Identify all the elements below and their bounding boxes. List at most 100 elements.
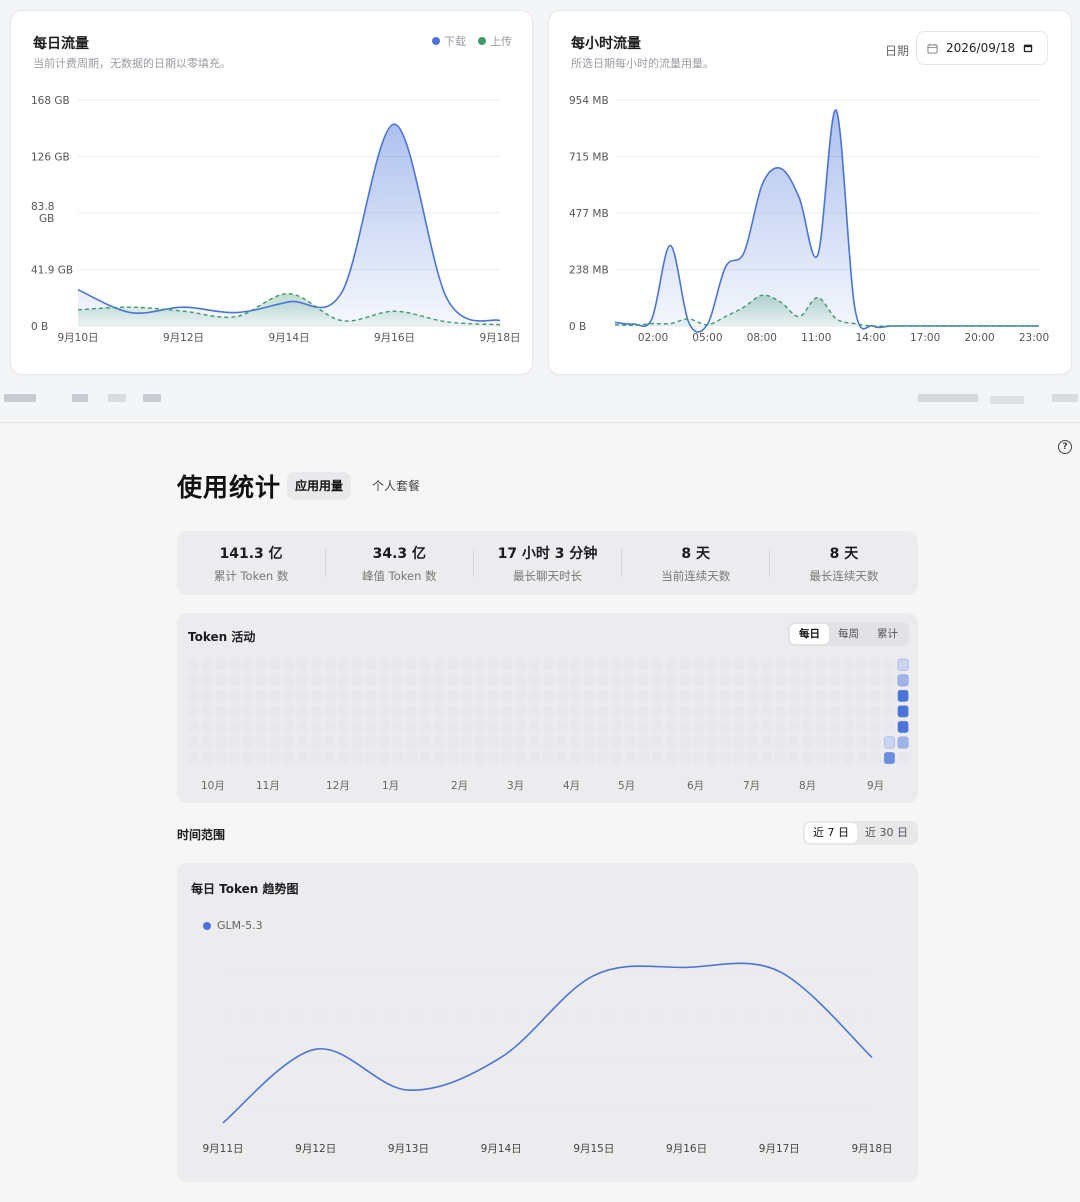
heatmap-cell[interactable] [624,674,636,687]
heatmap-cell[interactable] [269,674,281,687]
heatmap-cell[interactable] [720,752,731,764]
heatmap-cell[interactable] [379,674,390,687]
heatmap-cell[interactable] [379,721,390,733]
heatmap-cell[interactable] [897,752,909,764]
heatmap-cell[interactable] [843,705,854,718]
heatmap-cell[interactable] [420,690,431,702]
heatmap-cell[interactable] [256,736,267,749]
heatmap-cell[interactable] [297,690,308,702]
heatmap-cell[interactable] [597,721,609,733]
heatmap-cell[interactable] [761,721,772,733]
heatmap-cell[interactable] [447,674,458,687]
heatmap-cell[interactable] [774,690,786,702]
heatmap-cell[interactable] [870,752,882,764]
heatmap-cell[interactable] [447,690,458,702]
heatmap-cell[interactable] [583,736,595,749]
heatmap-cell[interactable] [188,705,199,718]
heatmap-cell[interactable] [461,705,472,718]
heatmap-cell[interactable] [351,674,363,687]
heatmap-cell[interactable] [638,690,649,702]
heatmap-cell[interactable] [529,721,540,733]
heatmap-cell[interactable] [774,721,786,733]
heatmap-cell[interactable] [884,690,895,702]
heatmap-cell[interactable] [774,705,786,718]
heatmap-cell[interactable] [788,659,800,671]
heatmap-cell[interactable] [542,752,554,764]
heatmap-cell[interactable] [761,705,772,718]
heatmap-cell[interactable] [788,752,800,764]
heatmap-cell[interactable] [734,721,745,733]
heatmap-cell[interactable] [542,690,554,702]
heatmap-cell[interactable] [310,705,322,718]
heatmap-cell[interactable] [829,705,841,718]
heatmap-cell[interactable] [529,690,540,702]
heatmap-cell[interactable] [420,674,431,687]
heatmap-cell[interactable] [611,736,622,749]
heatmap-cell[interactable] [324,674,336,687]
heatmap-cell[interactable] [242,705,254,718]
heatmap-cell[interactable] [324,705,336,718]
heatmap-cell[interactable] [856,659,868,671]
heatmap-cell[interactable] [693,674,704,687]
heatmap-cell[interactable] [856,705,868,718]
heatmap-cell[interactable] [897,720,909,733]
heatmap-cell[interactable] [897,674,909,687]
heatmap-cell[interactable] [338,705,349,718]
heatmap-cell[interactable] [829,752,841,764]
heatmap-cell[interactable] [351,721,363,733]
heatmap-cell[interactable] [515,705,527,718]
heatmap-cell[interactable] [570,659,581,671]
heatmap-cell[interactable] [433,752,445,764]
heatmap-cell[interactable] [461,721,472,733]
heatmap-cell[interactable] [624,705,636,718]
heatmap-cell[interactable] [802,690,813,702]
heatmap-cell[interactable] [488,752,499,764]
heatmap-cell[interactable] [542,705,554,718]
heatmap-cell[interactable] [638,674,649,687]
heatmap-cell[interactable] [310,752,322,764]
heatmap-cell[interactable] [624,721,636,733]
heatmap-cell[interactable] [870,721,882,733]
heatmap-cell[interactable] [665,705,677,718]
heatmap-cell[interactable] [324,690,336,702]
heatmap-cell[interactable] [856,690,868,702]
heatmap-cell[interactable] [611,690,622,702]
heatmap-cell[interactable] [652,705,663,718]
heatmap-cell[interactable] [201,690,213,702]
heatmap-cell[interactable] [379,705,390,718]
heatmap-cell[interactable] [542,721,554,733]
heatmap-cell[interactable] [706,705,718,718]
heatmap-cell[interactable] [283,674,295,687]
heatmap-cell[interactable] [324,736,336,749]
heatmap-cell[interactable] [611,721,622,733]
heatmap-cell[interactable] [283,659,295,671]
heatmap-cell[interactable] [351,736,363,749]
heatmap-cell[interactable] [188,752,199,764]
heatmap-cell[interactable] [884,674,895,687]
heatmap-cell[interactable] [474,705,486,718]
heatmap-cell[interactable] [420,752,431,764]
heatmap-cell[interactable] [283,690,295,702]
heatmap-cell[interactable] [802,674,813,687]
heatmap-cell[interactable] [884,659,895,671]
heatmap-cell[interactable] [761,659,772,671]
heatmap-cell[interactable] [310,674,322,687]
heatmap-cell[interactable] [556,721,568,733]
heatmap-cell[interactable] [679,674,690,687]
heatmap-cell[interactable] [379,752,390,764]
heatmap-cell[interactable] [406,705,417,718]
help-icon[interactable]: ? [1058,440,1072,454]
heatmap-cell[interactable] [788,674,800,687]
heatmap-cell[interactable] [856,736,868,749]
heatmap-cell[interactable] [501,659,513,671]
heatmap-cell[interactable] [488,659,499,671]
heatmap-cell[interactable] [447,752,458,764]
heatmap-cell[interactable] [188,690,199,702]
heatmap-cell[interactable] [201,674,213,687]
heatmap-cell[interactable] [556,705,568,718]
heatmap-cell[interactable] [324,752,336,764]
heatmap-cell[interactable] [734,674,745,687]
heatmap-cell[interactable] [529,736,540,749]
heatmap-cell[interactable] [365,690,376,702]
heatmap-cell[interactable] [297,752,308,764]
